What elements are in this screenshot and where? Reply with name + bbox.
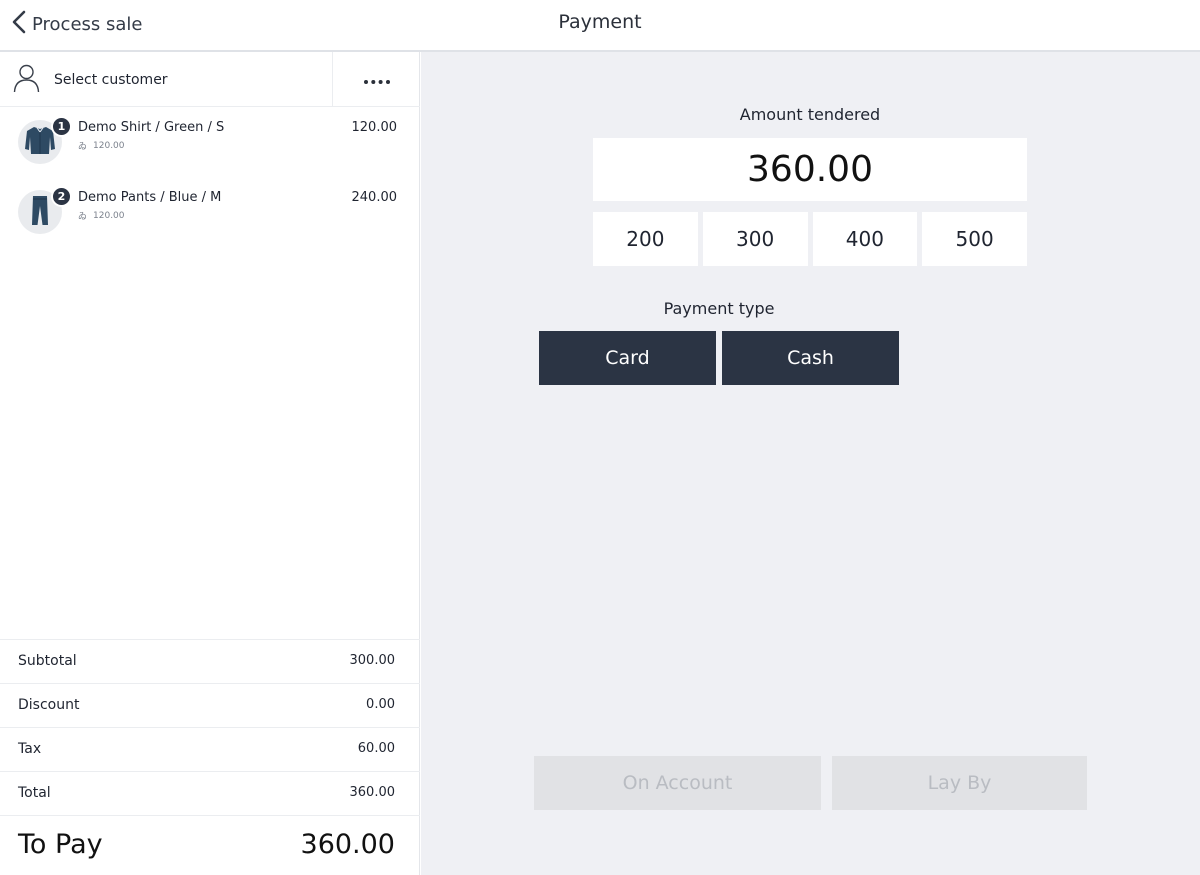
tax-row: Tax 60.00 <box>0 727 420 771</box>
item-name: Demo Pants / Blue / M <box>78 190 222 205</box>
quick-amount-500-button[interactable]: 500 <box>922 212 1027 266</box>
pos-app: Process sale Payment Select customer 1 D… <box>0 0 1200 875</box>
cash-button[interactable]: Cash <box>722 331 899 385</box>
payment-panel: Amount tendered 200 300 400 500 Payment … <box>421 52 1200 875</box>
discount-row[interactable]: Discount 0.00 <box>0 683 420 727</box>
select-customer-label: Select customer <box>54 71 168 88</box>
lay-by-button[interactable]: Lay By <box>832 756 1087 810</box>
tag-icon: ゐ <box>78 142 88 152</box>
item-name: Demo Shirt / Green / S <box>78 120 225 135</box>
to-pay-value: 360.00 <box>300 829 395 860</box>
quantity-badge: 2 <box>51 186 72 207</box>
more-options-button[interactable] <box>334 52 420 107</box>
tax-value: 60.00 <box>357 741 395 756</box>
subtotal-value: 300.00 <box>349 653 396 668</box>
discount-label: Discount <box>18 697 80 713</box>
quick-amount-200-button[interactable]: 200 <box>593 212 698 266</box>
sale-panel: Select customer 1 Demo Shirt / Green / S… <box>0 52 420 875</box>
item-unit-price: ゐ 120.00 <box>78 210 125 223</box>
card-button[interactable]: Card <box>539 331 716 385</box>
to-pay-row: To Pay 360.00 <box>0 815 420 875</box>
top-bar: Process sale Payment <box>0 0 1200 52</box>
payment-type-label: Payment type <box>663 299 775 318</box>
to-pay-label: To Pay <box>18 829 103 860</box>
item-price: 240.00 <box>351 190 398 205</box>
line-item[interactable]: 2 Demo Pants / Blue / M ゐ 120.00 240.00 <box>0 178 420 248</box>
quick-amount-buttons: 200 300 400 500 <box>593 212 1027 266</box>
item-unit-price: ゐ 120.00 <box>78 140 125 153</box>
total-row: Total 360.00 <box>0 771 420 815</box>
total-label: Total <box>18 785 51 801</box>
user-icon <box>13 63 40 97</box>
line-items-list: 1 Demo Shirt / Green / S ゐ 120.00 120.00 <box>0 108 420 248</box>
discount-value: 0.00 <box>366 697 395 712</box>
amount-tendered-label: Amount tendered <box>739 105 881 124</box>
subtotal-label: Subtotal <box>18 653 77 669</box>
total-value: 360.00 <box>349 785 396 800</box>
quick-amount-300-button[interactable]: 300 <box>702 212 808 266</box>
tag-icon: ゐ <box>78 212 88 222</box>
amount-tendered-input[interactable] <box>593 138 1027 201</box>
totals-section: Subtotal 300.00 Discount 0.00 Tax 60.00 … <box>0 639 420 875</box>
page-title: Payment <box>558 11 642 33</box>
quick-amount-400-button[interactable]: 400 <box>812 212 918 266</box>
more-dots-icon <box>363 70 391 89</box>
quantity-badge: 1 <box>51 116 72 137</box>
payment-type-buttons: Card Cash <box>539 331 899 385</box>
item-price: 120.00 <box>351 120 398 135</box>
subtotal-row: Subtotal 300.00 <box>0 639 420 683</box>
line-item[interactable]: 1 Demo Shirt / Green / S ゐ 120.00 120.00 <box>0 108 420 178</box>
select-customer-button[interactable]: Select customer <box>0 52 333 107</box>
tax-label: Tax <box>18 741 42 757</box>
on-account-button[interactable]: On Account <box>534 756 821 810</box>
customer-row: Select customer <box>0 52 420 107</box>
